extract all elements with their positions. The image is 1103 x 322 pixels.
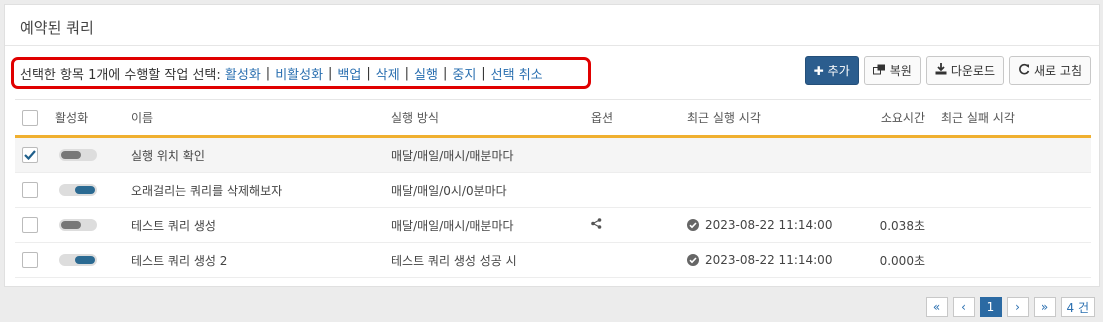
action-backup-link[interactable]: 백업: [337, 64, 361, 83]
bulk-action-prefix: 선택한 항목 1개에 수행할 작업 선택:: [20, 67, 221, 83]
header-option[interactable]: 옵션: [591, 109, 687, 126]
toolbar: ✚ 추가 복원 다운로드 새로 고침: [804, 56, 1091, 85]
scheduled-queries-panel: 예약된 쿼리 선택한 항목 1개에 수행할 작업 선택: 활성화 | 비활성화 …: [4, 4, 1100, 287]
select-all-checkbox[interactable]: [22, 109, 38, 126]
query-name[interactable]: 테스트 쿼리 생성: [131, 217, 391, 234]
table-header: 활성화 이름 실행 방식 옵션 최근 실행 시각 소요시간 최근 실패 시각: [15, 99, 1091, 138]
separator: |: [442, 65, 448, 81]
query-mode: 테스트 쿼리 생성 성공 시: [391, 253, 517, 268]
bulk-action-bar: 선택한 항목 1개에 수행할 작업 선택: 활성화 | 비활성화 | 백업 | …: [11, 57, 591, 89]
action-activate-link[interactable]: 활성화: [225, 64, 261, 83]
restore-button-label: 복원: [889, 64, 912, 78]
total-count: 4 건: [1060, 297, 1095, 317]
duration: 0.000초: [879, 253, 925, 268]
row-checkbox[interactable]: [22, 252, 38, 268]
table-row[interactable]: 오래걸리는 쿼리를 삭제해보자 매달/매일/0시/0분마다: [15, 173, 1091, 208]
row-checkbox[interactable]: [22, 217, 38, 233]
last-page-button[interactable]: »: [1033, 297, 1056, 317]
refresh-icon: [1018, 63, 1030, 78]
restore-button[interactable]: 복원: [863, 56, 921, 85]
header-duration[interactable]: 소요시간: [837, 109, 929, 126]
refresh-button[interactable]: 새로 고침: [1009, 56, 1091, 85]
separator: |: [404, 65, 410, 81]
next-page-button[interactable]: ›: [1006, 297, 1029, 317]
row-checkbox[interactable]: [22, 182, 38, 198]
row-checkbox[interactable]: [22, 147, 38, 163]
action-delete-link[interactable]: 삭제: [376, 64, 400, 83]
separator: |: [481, 65, 486, 81]
share-icon[interactable]: [591, 218, 602, 232]
restore-icon: [872, 64, 886, 78]
header-last-fail[interactable]: 최근 실패 시각: [929, 109, 1069, 126]
last-run-time: 2023-08-22 11:14:00: [705, 218, 833, 232]
success-check-icon: [687, 254, 699, 266]
header-mode[interactable]: 실행 방식: [391, 109, 591, 126]
active-toggle[interactable]: [59, 219, 97, 231]
pagination: « ‹ 1 › » 4 건: [925, 297, 1095, 317]
active-toggle[interactable]: [59, 149, 97, 161]
duration: 0.038초: [879, 218, 925, 233]
active-toggle[interactable]: [59, 184, 97, 196]
table-row[interactable]: 테스트 쿼리 생성 매달/매일/매시/매분마다 2023-08-22 11:14…: [15, 208, 1091, 243]
header-name[interactable]: 이름: [131, 109, 391, 126]
success-check-icon: [687, 219, 699, 231]
header-last-run[interactable]: 최근 실행 시각: [687, 109, 837, 126]
action-run-link[interactable]: 실행: [414, 64, 438, 83]
separator: |: [328, 65, 333, 81]
action-deactivate-link[interactable]: 비활성화: [275, 64, 323, 83]
last-run-time: 2023-08-22 11:14:00: [705, 253, 833, 267]
checkmark-icon: [24, 150, 36, 160]
first-page-button[interactable]: «: [925, 297, 948, 317]
current-page-button[interactable]: 1: [979, 297, 1002, 317]
action-deselect-link[interactable]: 선택 취소: [491, 64, 543, 83]
add-button[interactable]: ✚ 추가: [804, 56, 859, 85]
panel-title: 예약된 쿼리: [5, 5, 1099, 46]
action-stop-link[interactable]: 중지: [452, 64, 476, 83]
query-name[interactable]: 테스트 쿼리 생성 2: [131, 252, 391, 269]
query-name[interactable]: 실행 위치 확인: [131, 147, 391, 164]
query-name[interactable]: 오래걸리는 쿼리를 삭제해보자: [131, 182, 391, 199]
query-mode: 매달/매일/0시/0분마다: [391, 183, 507, 198]
query-table: 활성화 이름 실행 방식 옵션 최근 실행 시각 소요시간 최근 실패 시각 실…: [15, 99, 1091, 278]
refresh-button-label: 새로 고침: [1034, 64, 1082, 78]
query-mode: 매달/매일/매시/매분마다: [391, 148, 514, 163]
plus-icon: ✚: [813, 63, 824, 78]
header-active[interactable]: 활성화: [55, 109, 131, 126]
table-row[interactable]: 테스트 쿼리 생성 2 테스트 쿼리 생성 성공 시 2023-08-22 11…: [15, 243, 1091, 278]
download-button-label: 다운로드: [950, 64, 996, 78]
download-button[interactable]: 다운로드: [925, 56, 1005, 85]
prev-page-button[interactable]: ‹: [952, 297, 975, 317]
table-row[interactable]: 실행 위치 확인 매달/매일/매시/매분마다: [15, 138, 1091, 173]
query-mode: 매달/매일/매시/매분마다: [391, 218, 514, 233]
separator: |: [366, 65, 371, 81]
download-icon: [935, 63, 947, 78]
active-toggle[interactable]: [59, 254, 97, 266]
separator: |: [265, 65, 271, 81]
add-button-label: 추가: [827, 64, 850, 78]
